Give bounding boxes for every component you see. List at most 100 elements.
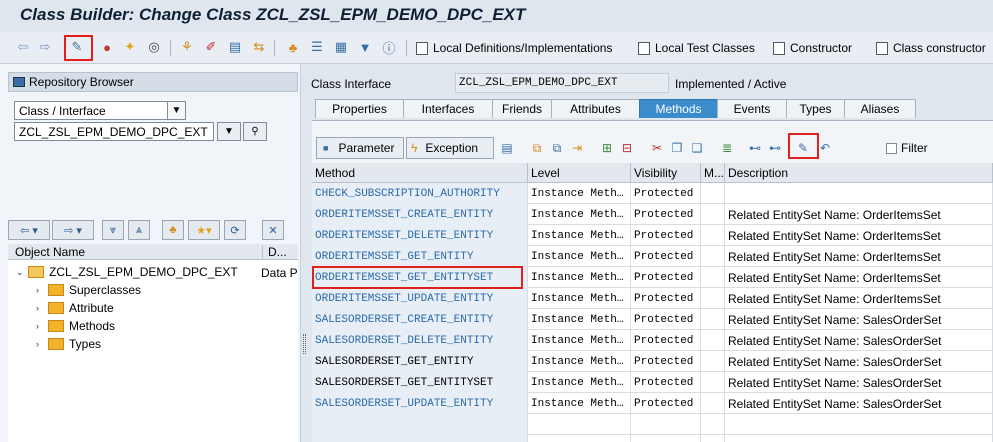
table-row[interactable]: ORDERITEMSSET_GET_ENTITY Instance Meth… Pr…: [312, 246, 993, 267]
object-name-column[interactable]: Object Name: [15, 245, 85, 259]
method-cell[interactable]: ORDERITEMSSET_DELETE_ENTITY: [312, 225, 528, 246]
favorites-button[interactable]: ★▾: [188, 220, 220, 240]
method-cell[interactable]: ORDERITEMSSET_CREATE_ENTITY: [312, 204, 528, 225]
table-row[interactable]: SALESORDERSET_DELETE_ENTITY Instance Meth…: [312, 330, 993, 351]
object-type-select[interactable]: Class / Interface ▼: [14, 101, 186, 120]
display-object-icon[interactable]: ▤: [226, 38, 244, 56]
chevron-right-icon[interactable]: ›: [36, 303, 48, 313]
tab-friends[interactable]: Friends: [492, 99, 552, 118]
level-cell: Instance Meth…: [528, 204, 631, 225]
hierarchy-icon: ♣: [169, 224, 177, 236]
parameter-button[interactable]: ■ Parameter: [316, 137, 404, 159]
sort-icon[interactable]: ≣: [718, 140, 736, 156]
refresh-button[interactable]: ⟳: [224, 220, 246, 240]
object-name-input[interactable]: ZCL_ZSL_EPM_DEMO_DPC_EXT: [14, 122, 214, 141]
forward-nav-button[interactable]: ⇨ ▾: [52, 220, 94, 240]
move-row-icon[interactable]: ⇥: [568, 140, 586, 156]
method-cell[interactable]: SALESORDERSET_CREATE_ENTITY: [312, 309, 528, 330]
tab-types[interactable]: Types: [786, 99, 845, 118]
description-column[interactable]: D...: [262, 245, 287, 261]
method-cell[interactable]: SALESORDERSET_UPDATE_ENTITY: [312, 393, 528, 414]
wand-icon[interactable]: ✐: [202, 38, 220, 56]
table-icon[interactable]: ▦: [332, 38, 350, 56]
where-used-icon[interactable]: ◎: [145, 38, 163, 56]
method-cell[interactable]: SALESORDERSET_GET_ENTITYSET: [312, 372, 528, 393]
copy-row-icon[interactable]: ⧉: [548, 140, 566, 156]
back-nav-button[interactable]: ⇦ ▾: [8, 220, 50, 240]
copy-icon[interactable]: ❐: [668, 140, 686, 156]
table-row[interactable]: SALESORDERSET_CREATE_ENTITY Instance Meth…: [312, 309, 993, 330]
tree-node-superclasses[interactable]: › Superclasses: [36, 281, 141, 299]
chevron-right-icon[interactable]: ›: [36, 339, 48, 349]
chevron-right-icon[interactable]: ›: [36, 285, 48, 295]
table-row[interactable]: ORDERITEMSSET_DELETE_ENTITY Instance Meth…: [312, 225, 993, 246]
tab-attributes[interactable]: Attributes: [551, 99, 640, 118]
table-row[interactable]: ORDERITEMSSET_CREATE_ENTITY Instance Meth…: [312, 204, 993, 225]
tree-node-methods[interactable]: › Methods: [36, 317, 115, 335]
method-cell[interactable]: CHECK_SUBSCRIPTION_AUTHORITY: [312, 183, 528, 204]
back-icon[interactable]: ⇦: [14, 38, 32, 56]
cut-icon[interactable]: ✂: [648, 140, 666, 156]
tree-node-root[interactable]: ⌄ ZCL_ZSL_EPM_DEMO_DPC_EXT: [16, 263, 238, 281]
undo-icon[interactable]: ↶: [816, 140, 834, 156]
tree-node-attribute[interactable]: › Attribute: [36, 299, 114, 317]
tab-methods[interactable]: Methods: [639, 99, 718, 118]
column-m[interactable]: M...: [701, 163, 725, 183]
find-icon[interactable]: ⊷: [746, 140, 764, 156]
cut-row-icon[interactable]: ⧉: [528, 140, 546, 156]
delete-row-icon[interactable]: ⊟: [618, 140, 636, 156]
find-next-icon[interactable]: ⊷: [766, 140, 784, 156]
local-test-classes-button[interactable]: Local Test Classes: [638, 38, 755, 58]
column-visibility[interactable]: Visibility: [631, 163, 701, 183]
paste-icon[interactable]: ❏: [688, 140, 706, 156]
table-row[interactable]: SALESORDERSET_GET_ENTITYSET Instance Meth…: [312, 372, 993, 393]
tab-properties[interactable]: Properties: [315, 99, 404, 118]
chevron-down-icon[interactable]: ▼: [167, 102, 185, 119]
local-definitions-button[interactable]: Local Definitions/Implementations: [416, 38, 612, 58]
method-cell[interactable]: SALESORDERSET_DELETE_ENTITY: [312, 330, 528, 351]
navigate-icon[interactable]: ⇆: [250, 38, 268, 56]
method-cell[interactable]: ORDERITEMSSET_GET_ENTITY: [312, 246, 528, 267]
class-constructor-button[interactable]: Class constructor: [876, 38, 986, 58]
description-cell: [725, 183, 993, 204]
expand-button[interactable]: ⩔: [102, 220, 124, 240]
close-pane-button[interactable]: ✕: [262, 220, 284, 240]
chevron-right-icon[interactable]: ›: [36, 321, 48, 331]
table-row[interactable]: CHECK_SUBSCRIPTION_AUTHORITY Instance Met…: [312, 183, 993, 204]
check-icon[interactable]: ●: [98, 38, 116, 56]
hierarchy-icon[interactable]: ♣: [284, 38, 302, 56]
tree-node-types[interactable]: › Types: [36, 335, 101, 353]
column-level[interactable]: Level: [528, 163, 631, 183]
filter-checkbox[interactable]: Filter: [886, 141, 928, 155]
constructor-button[interactable]: Constructor: [773, 38, 852, 58]
class-interface-field[interactable]: ZCL_ZSL_EPM_DEMO_DPC_EXT: [455, 73, 669, 93]
insert-row-icon[interactable]: ⊞: [598, 140, 616, 156]
table-row[interactable]: ORDERITEMSSET_UPDATE_ENTITY Instance Meth…: [312, 288, 993, 309]
table-row[interactable]: SALESORDERSET_UPDATE_ENTITY Instance Meth…: [312, 393, 993, 414]
empty-table-row[interactable]: [312, 414, 993, 435]
checkbox-icon[interactable]: [886, 142, 897, 154]
tab-events[interactable]: Events: [717, 99, 787, 118]
object-list-icon[interactable]: ⚘: [178, 38, 196, 56]
filter-icon[interactable]: ▼: [356, 38, 374, 56]
dropdown-button[interactable]: ▼: [217, 122, 241, 141]
pane-splitter[interactable]: [300, 64, 308, 442]
hierarchy-button[interactable]: ♣: [162, 220, 184, 240]
info-icon[interactable]: ⓘ: [380, 38, 398, 56]
empty-table-row[interactable]: [312, 435, 993, 442]
column-description[interactable]: Description: [725, 163, 993, 183]
align-icon[interactable]: ☰: [308, 38, 326, 56]
chevron-down-icon[interactable]: ⌄: [16, 267, 28, 278]
tab-interfaces[interactable]: Interfaces: [403, 99, 493, 118]
column-method[interactable]: Method: [312, 163, 528, 183]
method-cell[interactable]: ORDERITEMSSET_UPDATE_ENTITY: [312, 288, 528, 309]
display-button[interactable]: ⚲: [243, 122, 267, 141]
method-cell[interactable]: SALESORDERSET_GET_ENTITY: [312, 351, 528, 372]
detail-view-icon[interactable]: ▤: [498, 140, 516, 156]
activate-icon[interactable]: ✦: [121, 38, 139, 56]
exception-button[interactable]: ϟ Exception: [406, 137, 494, 159]
forward-icon[interactable]: ⇨: [36, 38, 54, 56]
table-row[interactable]: SALESORDERSET_GET_ENTITY Instance Meth… Pr…: [312, 351, 993, 372]
collapse-button[interactable]: ⩓: [128, 220, 150, 240]
tab-aliases[interactable]: Aliases: [844, 99, 916, 118]
